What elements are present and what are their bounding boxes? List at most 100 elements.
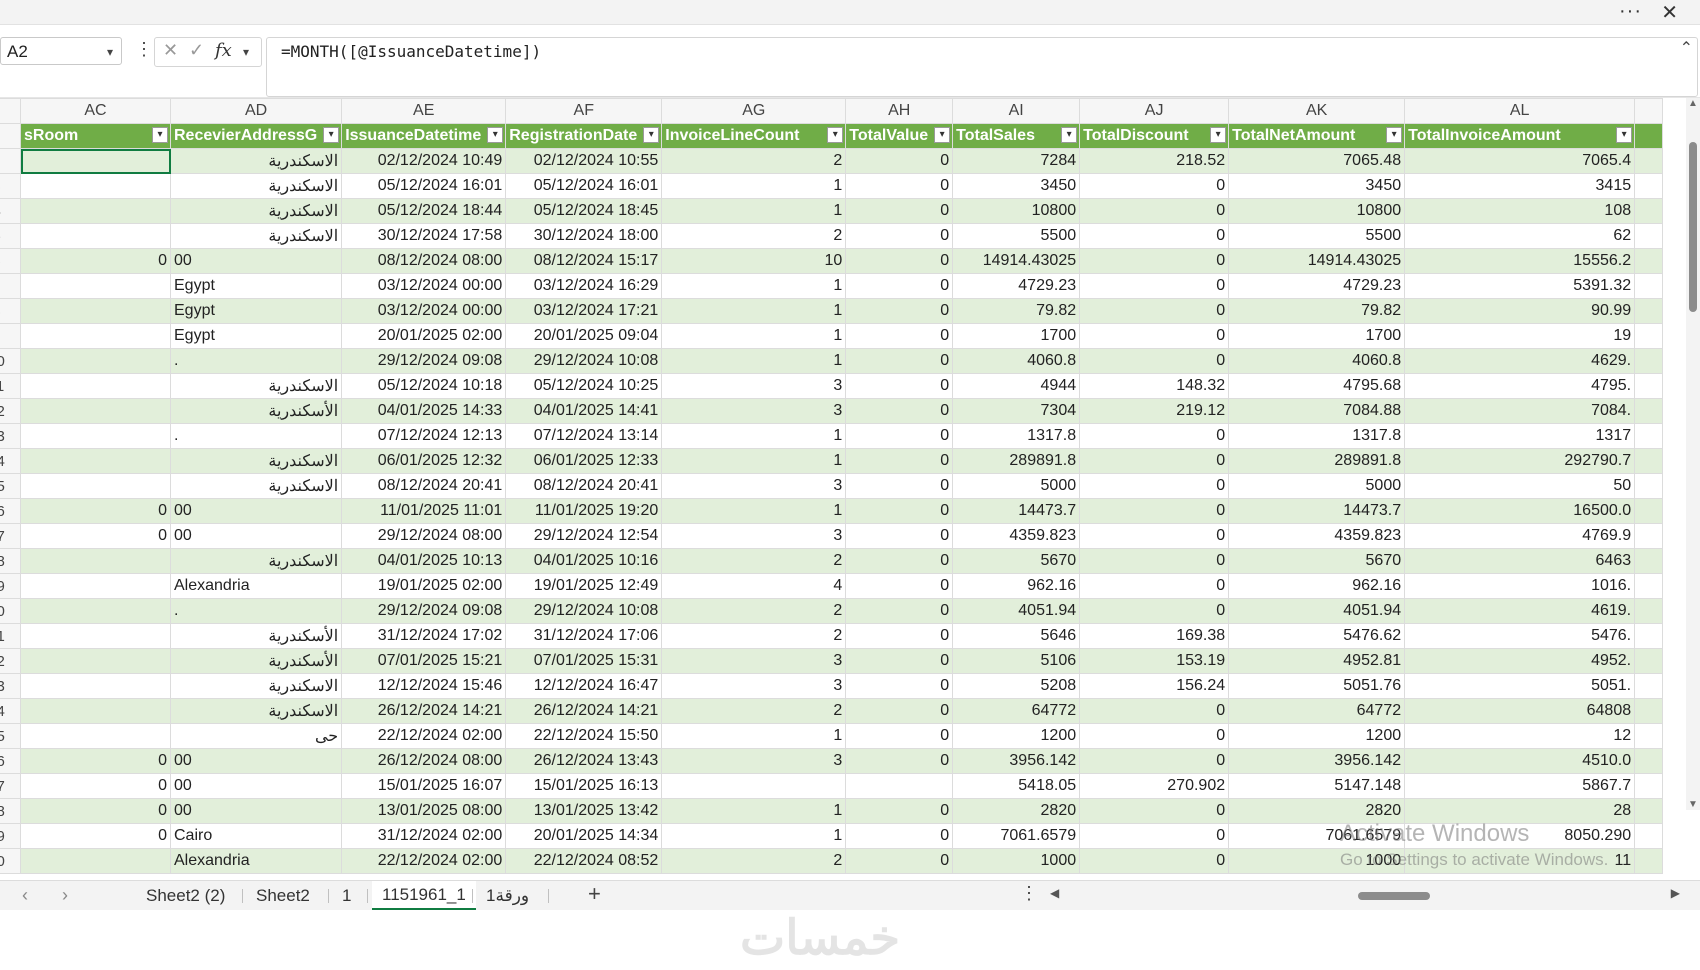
cell-ai[interactable]: 5000 — [952, 473, 1081, 499]
cell-al[interactable]: 16500.0 — [1404, 498, 1636, 524]
cell-ah[interactable]: 0 — [845, 798, 954, 824]
cell-ai[interactable]: 1700 — [952, 323, 1081, 349]
row-header[interactable]: 21 — [0, 623, 21, 649]
row-header[interactable]: 26 — [0, 748, 21, 774]
cell-ak[interactable]: 5051.76 — [1228, 673, 1406, 699]
cell-ai[interactable]: 5670 — [952, 548, 1081, 574]
filter-dropdown-icon[interactable]: ▾ — [643, 127, 660, 143]
cell-ai[interactable]: 962.16 — [952, 573, 1081, 599]
row-header[interactable]: 27 — [0, 773, 21, 799]
tab-arabic-sheet[interactable]: ورقة1 — [476, 881, 539, 911]
cell-aj[interactable]: 0 — [1079, 698, 1230, 724]
cell-ah[interactable]: 0 — [845, 573, 954, 599]
cell-al[interactable]: 8050.290 — [1404, 823, 1636, 849]
cell-al[interactable]: 1016. — [1404, 573, 1636, 599]
cell-ak[interactable]: 1000 — [1228, 848, 1406, 874]
cell-aj[interactable]: 0 — [1079, 748, 1230, 774]
cell-ai[interactable]: 2820 — [952, 798, 1081, 824]
cell-ac[interactable] — [20, 423, 171, 449]
vertical-scrollbar[interactable]: ▲ ▼ — [1686, 98, 1700, 810]
formula-input[interactable]: =MONTH([@IssuanceDatetime]) ⌃ — [266, 37, 1698, 97]
vertical-dots-icon[interactable]: ⋮ — [135, 39, 153, 60]
row-header[interactable]: 28 — [0, 798, 21, 824]
select-all-corner[interactable] — [0, 98, 21, 124]
cell-al[interactable]: 50 — [1404, 473, 1636, 499]
cell-ah[interactable]: 0 — [845, 398, 954, 424]
cell-al[interactable]: 4795. — [1404, 373, 1636, 399]
cell-al[interactable]: 292790.7 — [1404, 448, 1636, 474]
cell-ai[interactable]: 4359.823 — [952, 523, 1081, 549]
table-column-header[interactable]: RegistrationDate ▾ — [505, 123, 663, 149]
cell-ah[interactable]: 0 — [845, 148, 954, 174]
cell-ad[interactable]: الاسكندرية — [169, 448, 343, 474]
cell-ad[interactable]: 00 — [169, 773, 343, 799]
cell-ag[interactable]: 2 — [661, 848, 847, 874]
cell-ah[interactable]: 0 — [845, 623, 954, 649]
cell-ac[interactable] — [20, 573, 171, 599]
cell-ad[interactable]: الاسكندرية — [169, 673, 343, 699]
vertical-scroll-thumb[interactable] — [1689, 142, 1697, 312]
cell-ak[interactable]: 962.16 — [1228, 573, 1406, 599]
cell-aj[interactable]: 0 — [1079, 273, 1230, 299]
table-column-header[interactable]: TotalNetAmount ▾ — [1228, 123, 1406, 149]
cell-ac[interactable] — [20, 648, 171, 674]
table-column-header[interactable]: TotalDiscount ▾ — [1079, 123, 1230, 149]
cell-af[interactable]: 13/01/2025 13:42 — [505, 798, 663, 824]
cell-aj[interactable]: 218.52 — [1079, 148, 1230, 174]
cell-aj[interactable]: 169.38 — [1079, 623, 1230, 649]
cell-ag[interactable] — [661, 773, 847, 799]
cell-ac[interactable] — [20, 473, 171, 499]
filter-dropdown-icon[interactable]: ▾ — [152, 127, 168, 143]
column-header-af[interactable]: AF — [505, 98, 663, 124]
cell-ac[interactable]: 0 — [20, 748, 171, 774]
close-icon[interactable]: ✕ — [1661, 0, 1678, 25]
scroll-up-icon[interactable]: ▲ — [1688, 98, 1698, 109]
cell-aj[interactable]: 0 — [1079, 248, 1230, 274]
cell-ai[interactable]: 3956.142 — [952, 748, 1081, 774]
cell-ai[interactable]: 7061.6579 — [952, 823, 1081, 849]
column-header-al[interactable]: AL — [1404, 98, 1636, 124]
cell-ag[interactable]: 1 — [661, 723, 847, 749]
column-header-ah[interactable]: AH — [845, 98, 954, 124]
cell-al[interactable]: 7084. — [1404, 398, 1636, 424]
cell-af[interactable]: 07/01/2025 15:31 — [505, 648, 663, 674]
filter-dropdown-icon[interactable]: ▾ — [934, 127, 951, 143]
cell-ak[interactable]: 5000 — [1228, 473, 1406, 499]
cell-ah[interactable]: 0 — [845, 373, 954, 399]
cell-ad[interactable]: الأسكندرية — [169, 398, 343, 424]
cell-af[interactable]: 07/12/2024 13:14 — [505, 423, 663, 449]
cell-ai[interactable]: 5208 — [952, 673, 1081, 699]
row-header[interactable]: 8 — [0, 298, 21, 324]
cell-al[interactable]: 5867.7 — [1404, 773, 1636, 799]
cell-ac[interactable] — [20, 548, 171, 574]
cell-ac[interactable] — [20, 298, 171, 324]
cell-ag[interactable]: 1 — [661, 323, 847, 349]
cell-ae[interactable]: 05/12/2024 10:18 — [341, 373, 507, 399]
cell-ah[interactable]: 0 — [845, 748, 954, 774]
column-header-ai[interactable]: AI — [952, 98, 1081, 124]
cell-aj[interactable]: 0 — [1079, 823, 1230, 849]
cell-ae[interactable]: 22/12/2024 02:00 — [341, 848, 507, 874]
cell-al[interactable]: 5051. — [1404, 673, 1636, 699]
cell-aj[interactable]: 270.902 — [1079, 773, 1230, 799]
cell-al[interactable]: 4619. — [1404, 598, 1636, 624]
cell-ah[interactable]: 0 — [845, 548, 954, 574]
cell-ae[interactable]: 08/12/2024 20:41 — [341, 473, 507, 499]
cell-ah[interactable]: 0 — [845, 823, 954, 849]
cell-ah[interactable]: 0 — [845, 723, 954, 749]
cell-ag[interactable]: 10 — [661, 248, 847, 274]
cell-ai[interactable]: 1200 — [952, 723, 1081, 749]
cell-ae[interactable]: 06/01/2025 12:32 — [341, 448, 507, 474]
cell-ag[interactable]: 3 — [661, 398, 847, 424]
filter-dropdown-icon[interactable]: ▾ — [1386, 127, 1403, 143]
cell-af[interactable]: 22/12/2024 15:50 — [505, 723, 663, 749]
cell-ah[interactable]: 0 — [845, 498, 954, 524]
cell-ah[interactable]: 0 — [845, 298, 954, 324]
cell-ak[interactable]: 4359.823 — [1228, 523, 1406, 549]
filter-dropdown-icon[interactable]: ▾ — [1616, 127, 1633, 143]
cell-al[interactable]: 64808 — [1404, 698, 1636, 724]
table-column-header[interactable]: RecevierAddressG ▾ — [169, 123, 343, 149]
cell-ae[interactable]: 12/12/2024 15:46 — [341, 673, 507, 699]
row-header[interactable]: 15 — [0, 473, 21, 499]
cell-al[interactable]: 5476. — [1404, 623, 1636, 649]
